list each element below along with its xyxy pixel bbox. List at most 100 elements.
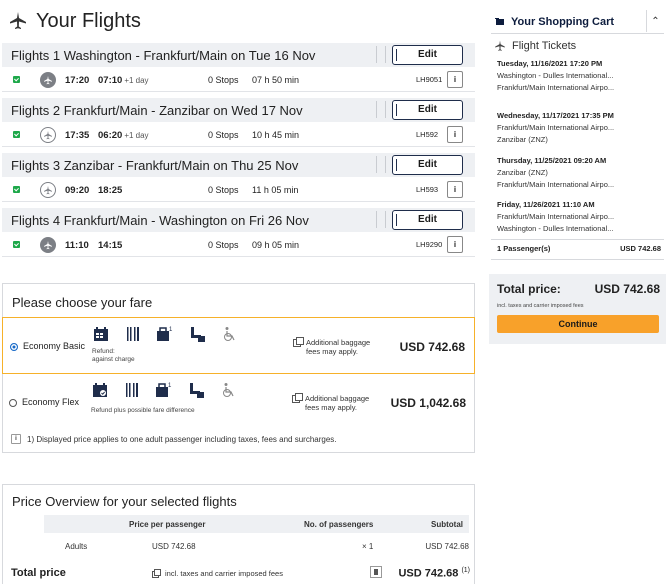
arrival-time: 07:10 +1 day [98, 75, 149, 86]
flight-number: LH593 [416, 185, 439, 194]
shopping-cart-title: Your Shopping Cart [511, 16, 615, 28]
arrival-time: 14:15 [98, 240, 123, 251]
flight-tickets-title: Flight Tickets [512, 40, 577, 52]
day-offset: +1 day [124, 76, 149, 85]
fare-option-economy-flex[interactable]: Economy Flex 1 Refund plus possible fare… [2, 374, 475, 431]
external-link-icon [152, 569, 161, 578]
flight-row-3: 09:20 18:25 0 Stops 11 h 05 min LH593 i [2, 178, 475, 202]
calendar-icon [90, 380, 110, 400]
airline-logo-icon [40, 237, 56, 253]
stops: 0 Stops [208, 75, 239, 85]
flight-info-icon[interactable]: i [447, 236, 463, 253]
segment-from: Frankfurt/Main International Airpo... [497, 212, 615, 221]
fare-price: USD 1,042.68 [390, 396, 466, 410]
fare-name: Economy Basic [23, 341, 86, 351]
continue-button[interactable]: Continue [497, 315, 659, 333]
column-price-per-passenger: Price per passenger [129, 520, 206, 529]
airplane-icon [10, 12, 26, 29]
page-title: Your Flights [8, 8, 141, 34]
check-icon [13, 241, 20, 248]
flight-tickets-section: Flight Tickets [494, 40, 576, 52]
cart-segment: Thursday, 11/25/2021 09:20 AM Zanzibar (… [497, 155, 665, 191]
duration: 11 h 05 min [252, 185, 299, 195]
flight-info-icon[interactable]: i [447, 181, 463, 198]
flight-row-2: 17:35 06:20 +1 day 0 Stops 10 h 45 min LH… [2, 123, 475, 147]
calendar-icon [91, 324, 111, 344]
flight-header-text: Flights 1 Washington - Frankfurt/Main on… [11, 47, 316, 63]
segment-to: Frankfurt/Main International Airpo... [497, 83, 615, 92]
flight-row-1: 17:20 07:10 +1 day 0 Stops 07 h 50 min LH… [2, 68, 475, 92]
airline-logo-icon [40, 182, 56, 198]
duration: 09 h 05 min [252, 240, 300, 250]
fare-footnote: i 1) Displayed price applies to one adul… [11, 434, 337, 444]
wheelchair-icon [218, 380, 238, 400]
fare-price: USD 742.68 [399, 340, 465, 354]
flight-header-text: Flights 3 Zanzibar - Frankfurt/Main on T… [11, 157, 299, 173]
cart-icon [495, 18, 504, 25]
column-passenger-count: No. of passengers [304, 520, 374, 529]
flight-header-text: Flights 2 Frankfurt/Main - Zanzibar on W… [11, 102, 303, 118]
flight-header-4: Flights 4 Frankfurt/Main - Washington on… [2, 208, 475, 232]
cart-total-box: Total price: USD 742.68 incl. taxes and … [489, 274, 666, 344]
fare-title: Please choose your fare [12, 295, 153, 310]
fare-refund-note: Refund: against charge [92, 348, 135, 363]
segment-datetime: Wednesday, 11/17/2021 17:35 PM [497, 111, 614, 120]
segment-to: Frankfurt/Main International Airpo... [497, 180, 615, 189]
edit-flight-2-button[interactable]: Edit [392, 100, 463, 120]
arrival-time: 06:20 +1 day [98, 130, 149, 141]
shopping-cart-header[interactable]: Your Shopping Cart ⌃ [491, 8, 664, 34]
fare-refund-note: Refund plus possible fare difference [91, 407, 195, 414]
flight-header-3: Flights 3 Zanzibar - Frankfurt/Main on T… [2, 153, 475, 177]
segment-to: Washington - Dulles International... [497, 224, 614, 233]
arrival-time: 18:25 [98, 185, 123, 196]
carry-on-bag-icon: 1 [155, 324, 175, 344]
external-link-icon [293, 337, 304, 347]
wheelchair-icon [219, 324, 239, 344]
check-icon [13, 76, 20, 83]
divider [376, 211, 386, 228]
svg-text:1: 1 [169, 327, 173, 333]
flight-info-icon[interactable]: i [447, 71, 463, 88]
segment-from: Washington - Dulles International... [497, 71, 614, 80]
passenger-count: 1 Passenger(s) [497, 244, 551, 253]
cart-segment: Friday, 11/26/2021 11:10 AM Frankfurt/Ma… [497, 199, 665, 235]
total-price-value: USD 742.68 (1) [398, 567, 470, 580]
flight-info-icon[interactable]: i [447, 126, 463, 143]
day-offset: +1 day [124, 131, 149, 140]
edit-flight-3-button[interactable]: Edit [392, 155, 463, 175]
document-icon[interactable] [370, 566, 382, 578]
fare-radio[interactable] [9, 399, 17, 407]
fare-option-economy-basic[interactable]: Economy Basic 1 Refund: against charge Ad… [2, 317, 475, 374]
chevron-up-icon[interactable]: ⌃ [646, 10, 664, 32]
page-title-text: Your Flights [36, 9, 141, 32]
fare-feature-icons: 1 [90, 380, 238, 400]
segment-datetime: Tuesday, 11/16/2021 17:20 PM [497, 59, 603, 68]
airplane-icon [495, 40, 505, 51]
segment-to: Zanzibar (ZNZ) [497, 135, 548, 144]
fare-name: Economy Flex [22, 397, 80, 407]
segment-from: Frankfurt/Main International Airpo... [497, 123, 615, 132]
edit-flight-4-button[interactable]: Edit [392, 210, 463, 230]
edit-flight-1-button[interactable]: Edit [392, 45, 463, 65]
svg-text:1: 1 [168, 383, 172, 389]
stops: 0 Stops [208, 185, 239, 195]
fare-footnote-text: 1) Displayed price applies to one adult … [27, 434, 337, 444]
total-price-label: Total price [11, 567, 66, 579]
baggage-note[interactable]: Additional baggage fees may apply. [292, 393, 369, 412]
check-icon [13, 186, 20, 193]
total-price-note[interactable]: incl. taxes and carrier imposed fees [152, 569, 283, 578]
airline-logo-icon [40, 127, 56, 143]
flight-row-4: 11:10 14:15 0 Stops 09 h 05 min LH9290 i [2, 233, 475, 257]
baggage-note[interactable]: Additional baggage fees may apply. [293, 337, 370, 356]
passenger-summary: 1 Passenger(s) USD 742.68 [497, 244, 665, 253]
column-subtotal: Subtotal [431, 520, 463, 529]
flight-number: LH9290 [416, 240, 443, 249]
fare-feature-icons: 1 [91, 324, 239, 344]
meal-icon [123, 324, 143, 344]
fare-radio[interactable] [10, 343, 18, 351]
departure-time: 11:10 [65, 240, 89, 251]
cart-total-label: Total price: [497, 282, 561, 296]
divider [376, 46, 386, 63]
info-icon: i [11, 434, 21, 444]
flight-number: LH592 [416, 130, 439, 139]
